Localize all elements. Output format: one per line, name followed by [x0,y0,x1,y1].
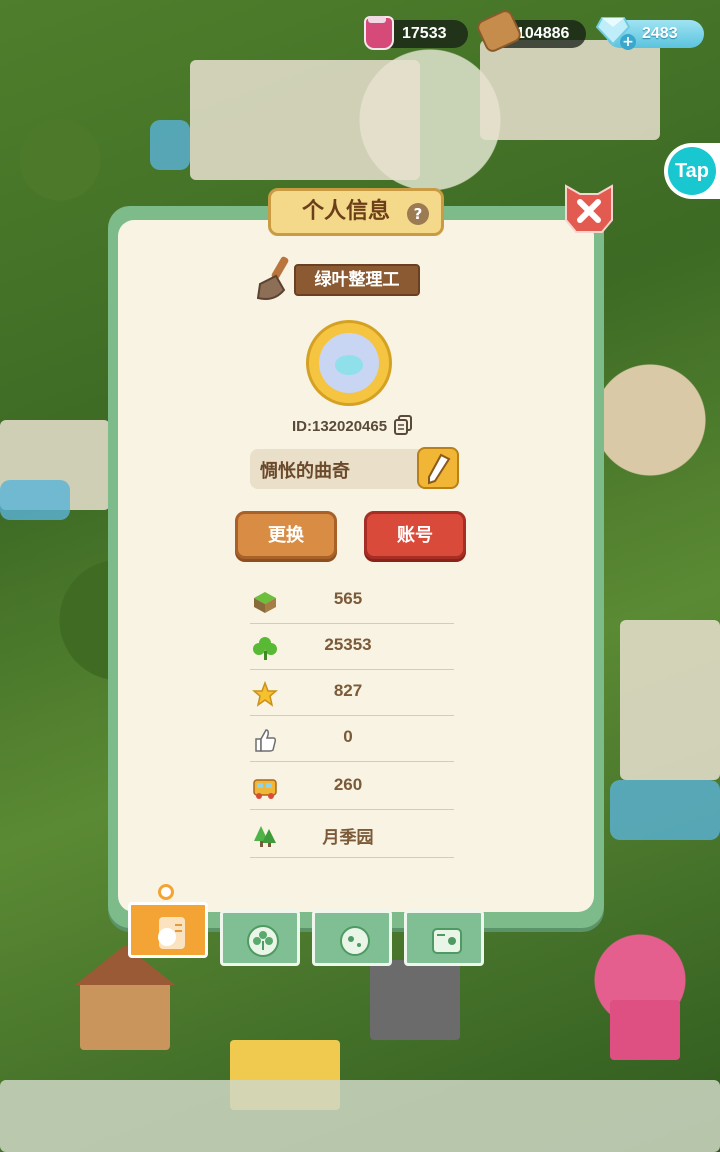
player-id: ID:132020465 [292,418,388,435]
active-tab-pin [158,884,174,900]
shovel-icon [256,256,289,300]
jam-jar-icon [364,16,394,50]
likes-value: 0 [343,727,353,746]
garden-value: 月季园 [322,828,374,847]
cookie-icon [340,926,370,956]
rank-title-board: 绿叶整理工 [294,264,420,296]
edit-nickname-button[interactable] [417,447,459,489]
wood-resource[interactable]: 104886 [474,7,586,55]
thumbs-up-icon [255,729,277,752]
pencil-icon [428,453,451,485]
grass-block-icon [254,592,276,613]
nickname-text: 惆怅的曲奇 [260,461,350,482]
panel-title: 个人信息 [301,199,390,224]
stat-row-star: 827 [250,671,454,716]
tab-cookies[interactable] [312,910,392,966]
star-value: 827 [333,681,363,700]
bus-value: 260 [333,775,363,794]
clover-value: 25353 [324,635,372,654]
question-icon[interactable]: ? [407,203,429,225]
add-gems-icon[interactable]: + [620,34,636,50]
copy-icon[interactable] [394,415,412,435]
jam-count: 17533 [402,25,447,42]
rank-title: 绿叶整理工 [314,270,400,290]
gem-count: 2483 [642,25,678,42]
clover-icon [253,637,277,660]
gem-resource[interactable]: + 2483 [596,17,704,50]
tab-badges[interactable] [220,910,300,966]
flower-badge-icon [247,925,279,957]
avatar-character [319,333,379,393]
grass-value: 565 [333,589,363,608]
panel-title-banner: 个人信息 ? [268,188,444,236]
tab-album[interactable] [404,910,484,966]
rank-title-plate: 绿叶整理工 [254,254,422,304]
stat-row-clover: 25353 [250,625,454,670]
stat-row-garden: 月季园 [250,813,454,858]
stat-row-bus: 260 [250,765,454,810]
album-icon [432,928,462,954]
jam-resource[interactable]: 17533 [364,16,468,50]
close-icon[interactable] [562,182,616,236]
tab-profile[interactable] [128,902,208,958]
stat-row-grass: 565 [250,579,454,624]
taptap-button[interactable]: Tap [664,143,720,199]
taptap-label: Tap [668,147,716,195]
star-icon [252,681,278,707]
change-avatar-button[interactable]: 更换 [235,511,337,559]
nickname-field[interactable]: 惆怅的曲奇 [250,449,426,489]
stat-row-likes: 0 [250,717,454,762]
wood-count: 104886 [516,25,570,42]
profile-card-icon [158,917,185,949]
tree-icon [254,826,276,847]
bus-icon [253,779,277,799]
account-button[interactable]: 账号 [364,511,466,559]
player-avatar[interactable] [306,320,392,406]
